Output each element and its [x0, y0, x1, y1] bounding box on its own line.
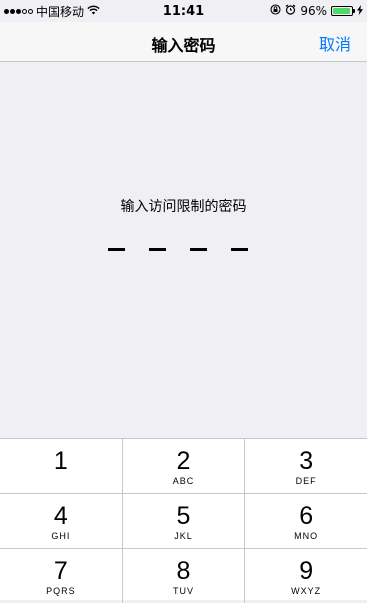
key-7[interactable]: 7 PQRS	[0, 549, 122, 603]
key-letters: DEF	[295, 476, 317, 486]
battery-icon	[331, 6, 355, 16]
signal-dot-icon	[10, 8, 15, 14]
key-digit: 9	[299, 557, 314, 585]
carrier-label: 中国移动	[36, 4, 85, 19]
key-3[interactable]: 3 DEF	[244, 439, 367, 493]
passcode-prompt: 输入访问限制的密码	[120, 198, 247, 214]
passcode-digit-slot	[190, 248, 207, 251]
key-digit: 1	[53, 447, 68, 475]
key-1[interactable]: 1	[0, 439, 122, 493]
battery-percent: 96%	[300, 4, 327, 18]
key-5[interactable]: 5 JKL	[121, 494, 245, 548]
key-letters: MNO	[294, 531, 319, 541]
wifi-icon	[87, 4, 100, 18]
battery-fill	[333, 8, 351, 14]
keypad-row: 7 PQRS 8 TUV 9 WXYZ	[0, 549, 367, 603]
key-digit: 6	[299, 502, 314, 530]
cancel-button[interactable]: 取消	[319, 31, 351, 55]
key-digit: 3	[299, 447, 314, 475]
key-letters: PQRS	[46, 586, 76, 596]
passcode-digit-slot	[108, 248, 125, 251]
status-right: 96%	[270, 4, 363, 18]
key-2[interactable]: 2 ABC	[121, 439, 245, 493]
key-letters: JKL	[174, 531, 193, 541]
key-9[interactable]: 9 WXYZ	[244, 549, 367, 603]
key-4[interactable]: 4 GHI	[0, 494, 122, 548]
signal-dot-icon	[22, 8, 27, 14]
signal-dot-icon	[16, 8, 21, 14]
key-letters: TUV	[173, 586, 194, 596]
alarm-icon	[285, 4, 296, 18]
numeric-keypad: 1 2 ABC 3 DEF 4 GHI 5 JKL 6 MNO 7 PQRS 8…	[0, 438, 367, 603]
key-8[interactable]: 8 TUV	[121, 549, 245, 603]
key-6[interactable]: 6 MNO	[244, 494, 367, 548]
key-letters: WXYZ	[291, 586, 322, 596]
key-digit: 7	[53, 557, 68, 585]
keypad-row: 1 2 ABC 3 DEF	[0, 439, 367, 493]
status-left: 中国移动	[4, 3, 270, 20]
navigation-bar: 输入密码 取消	[0, 22, 367, 62]
charging-bolt-icon	[357, 4, 363, 18]
signal-dots-icon	[4, 8, 33, 14]
key-digit: 4	[53, 502, 68, 530]
rotation-lock-icon	[270, 4, 281, 18]
signal-dot-icon	[28, 8, 33, 14]
passcode-digit-slot	[231, 248, 248, 251]
key-digit: 8	[176, 557, 191, 585]
key-digit: 5	[176, 502, 191, 530]
keypad-row: 4 GHI 5 JKL 6 MNO	[0, 494, 367, 548]
status-bar: 中国移动 11:41 96%	[0, 0, 367, 22]
key-digit: 2	[176, 447, 191, 475]
page-title: 输入密码	[151, 38, 216, 55]
key-letters: ABC	[172, 476, 195, 486]
key-letters: GHI	[51, 531, 71, 541]
passcode-field[interactable]	[108, 248, 248, 251]
signal-dot-icon	[4, 8, 9, 14]
passcode-digit-slot	[149, 248, 166, 251]
